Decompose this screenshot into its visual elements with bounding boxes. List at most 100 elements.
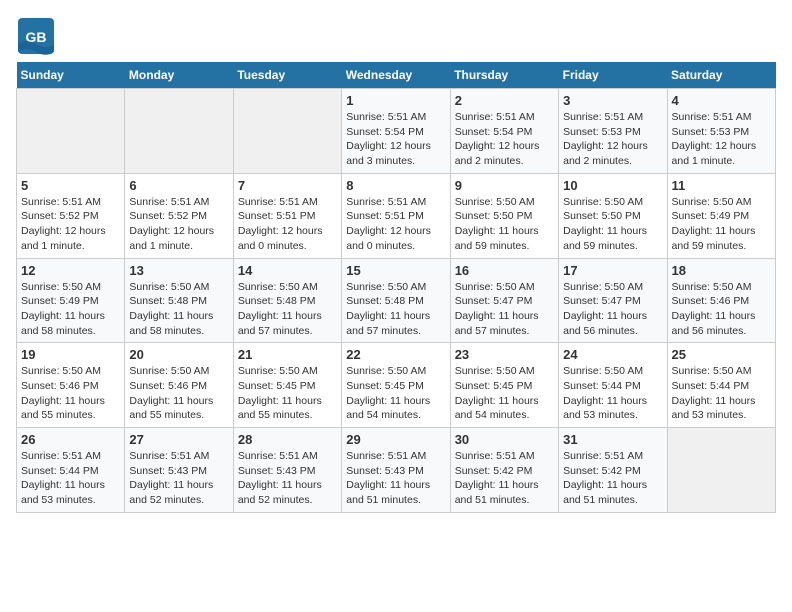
day-number: 17: [563, 263, 662, 278]
day-info: Sunrise: 5:50 AMSunset: 5:44 PMDaylight:…: [672, 364, 771, 423]
day-number: 31: [563, 432, 662, 447]
day-info: Sunrise: 5:51 AMSunset: 5:54 PMDaylight:…: [346, 110, 445, 169]
calendar-cell: 13 Sunrise: 5:50 AMSunset: 5:48 PMDayligh…: [125, 258, 233, 343]
calendar-cell: 23 Sunrise: 5:50 AMSunset: 5:45 PMDayligh…: [450, 343, 558, 428]
calendar-cell: 9 Sunrise: 5:50 AMSunset: 5:50 PMDaylight…: [450, 173, 558, 258]
day-info: Sunrise: 5:50 AMSunset: 5:49 PMDaylight:…: [21, 280, 120, 339]
day-number: 27: [129, 432, 228, 447]
calendar-cell: 3 Sunrise: 5:51 AMSunset: 5:53 PMDaylight…: [559, 89, 667, 174]
day-number: 3: [563, 93, 662, 108]
day-number: 24: [563, 347, 662, 362]
calendar-cell: 11 Sunrise: 5:50 AMSunset: 5:49 PMDayligh…: [667, 173, 775, 258]
calendar-cell: [125, 89, 233, 174]
day-info: Sunrise: 5:50 AMSunset: 5:49 PMDaylight:…: [672, 195, 771, 254]
header-wednesday: Wednesday: [342, 62, 450, 89]
day-number: 11: [672, 178, 771, 193]
calendar-cell: 26 Sunrise: 5:51 AMSunset: 5:44 PMDayligh…: [17, 428, 125, 513]
calendar-cell: 28Sunrise: 5:51 AMSunset: 5:43 PMDayligh…: [233, 428, 341, 513]
calendar-cell: 12 Sunrise: 5:50 AMSunset: 5:49 PMDayligh…: [17, 258, 125, 343]
calendar-cell: 31 Sunrise: 5:51 AMSunset: 5:42 PMDayligh…: [559, 428, 667, 513]
day-number: 14: [238, 263, 337, 278]
day-info: Sunrise: 5:51 AMSunset: 5:53 PMDaylight:…: [563, 110, 662, 169]
day-number: 9: [455, 178, 554, 193]
day-number: 20: [129, 347, 228, 362]
day-info: Sunrise: 5:50 AMSunset: 5:50 PMDaylight:…: [455, 195, 554, 254]
calendar-cell: 10 Sunrise: 5:50 AMSunset: 5:50 PMDayligh…: [559, 173, 667, 258]
day-info: Sunrise: 5:50 AMSunset: 5:46 PMDaylight:…: [129, 364, 228, 423]
day-number: 6: [129, 178, 228, 193]
day-info: Sunrise: 5:51 AMSunset: 5:54 PMDaylight:…: [455, 110, 554, 169]
day-info: Sunrise: 5:51 AMSunset: 5:44 PMDaylight:…: [21, 449, 120, 508]
calendar-week-1: 1 Sunrise: 5:51 AMSunset: 5:54 PMDaylight…: [17, 89, 776, 174]
header-monday: Monday: [125, 62, 233, 89]
day-info: Sunrise: 5:50 AMSunset: 5:45 PMDaylight:…: [346, 364, 445, 423]
day-number: 28: [238, 432, 337, 447]
day-number: 13: [129, 263, 228, 278]
day-number: 15: [346, 263, 445, 278]
calendar-cell: [233, 89, 341, 174]
calendar-week-2: 5Sunrise: 5:51 AMSunset: 5:52 PMDaylight…: [17, 173, 776, 258]
calendar-cell: 8 Sunrise: 5:51 AMSunset: 5:51 PMDaylight…: [342, 173, 450, 258]
header-saturday: Saturday: [667, 62, 775, 89]
day-info: Sunrise: 5:51 AMSunset: 5:51 PMDaylight:…: [238, 195, 337, 254]
day-info: Sunrise: 5:50 AMSunset: 5:48 PMDaylight:…: [238, 280, 337, 339]
day-number: 2: [455, 93, 554, 108]
calendar-cell: 25Sunrise: 5:50 AMSunset: 5:44 PMDayligh…: [667, 343, 775, 428]
calendar-cell: 21 Sunrise: 5:50 AMSunset: 5:45 PMDayligh…: [233, 343, 341, 428]
day-info: Sunrise: 5:50 AMSunset: 5:45 PMDaylight:…: [238, 364, 337, 423]
header-friday: Friday: [559, 62, 667, 89]
day-info: Sunrise: 5:51 AMSunset: 5:52 PMDaylight:…: [21, 195, 120, 254]
day-number: 21: [238, 347, 337, 362]
day-info: Sunrise: 5:51 AMSunset: 5:51 PMDaylight:…: [346, 195, 445, 254]
day-info: Sunrise: 5:50 AMSunset: 5:44 PMDaylight:…: [563, 364, 662, 423]
day-number: 26: [21, 432, 120, 447]
calendar-cell: 22Sunrise: 5:50 AMSunset: 5:45 PMDayligh…: [342, 343, 450, 428]
day-number: 18: [672, 263, 771, 278]
day-info: Sunrise: 5:50 AMSunset: 5:50 PMDaylight:…: [563, 195, 662, 254]
day-info: Sunrise: 5:50 AMSunset: 5:48 PMDaylight:…: [129, 280, 228, 339]
calendar-cell: 6Sunrise: 5:51 AMSunset: 5:52 PMDaylight…: [125, 173, 233, 258]
calendar-cell: 16 Sunrise: 5:50 AMSunset: 5:47 PMDayligh…: [450, 258, 558, 343]
page-header: GB: [16, 16, 776, 52]
day-number: 1: [346, 93, 445, 108]
day-info: Sunrise: 5:51 AMSunset: 5:42 PMDaylight:…: [563, 449, 662, 508]
day-info: Sunrise: 5:51 AMSunset: 5:53 PMDaylight:…: [672, 110, 771, 169]
calendar-cell: 18 Sunrise: 5:50 AMSunset: 5:46 PMDayligh…: [667, 258, 775, 343]
calendar-cell: [667, 428, 775, 513]
calendar-cell: 17 Sunrise: 5:50 AMSunset: 5:47 PMDayligh…: [559, 258, 667, 343]
calendar-cell: 7 Sunrise: 5:51 AMSunset: 5:51 PMDaylight…: [233, 173, 341, 258]
logo-icon: GB: [16, 16, 52, 52]
day-info: Sunrise: 5:51 AMSunset: 5:43 PMDaylight:…: [129, 449, 228, 508]
calendar-cell: 5Sunrise: 5:51 AMSunset: 5:52 PMDaylight…: [17, 173, 125, 258]
day-number: 23: [455, 347, 554, 362]
header-thursday: Thursday: [450, 62, 558, 89]
day-info: Sunrise: 5:50 AMSunset: 5:47 PMDaylight:…: [455, 280, 554, 339]
header-sunday: Sunday: [17, 62, 125, 89]
day-number: 8: [346, 178, 445, 193]
calendar-cell: 19Sunrise: 5:50 AMSunset: 5:46 PMDayligh…: [17, 343, 125, 428]
day-info: Sunrise: 5:50 AMSunset: 5:45 PMDaylight:…: [455, 364, 554, 423]
calendar-cell: 27 Sunrise: 5:51 AMSunset: 5:43 PMDayligh…: [125, 428, 233, 513]
day-number: 30: [455, 432, 554, 447]
calendar-cell: [17, 89, 125, 174]
calendar-cell: 30 Sunrise: 5:51 AMSunset: 5:42 PMDayligh…: [450, 428, 558, 513]
calendar-cell: 2 Sunrise: 5:51 AMSunset: 5:54 PMDaylight…: [450, 89, 558, 174]
calendar-cell: 14 Sunrise: 5:50 AMSunset: 5:48 PMDayligh…: [233, 258, 341, 343]
calendar-week-5: 26 Sunrise: 5:51 AMSunset: 5:44 PMDayligh…: [17, 428, 776, 513]
day-info: Sunrise: 5:50 AMSunset: 5:46 PMDaylight:…: [21, 364, 120, 423]
day-info: Sunrise: 5:50 AMSunset: 5:47 PMDaylight:…: [563, 280, 662, 339]
day-number: 7: [238, 178, 337, 193]
day-info: Sunrise: 5:50 AMSunset: 5:46 PMDaylight:…: [672, 280, 771, 339]
calendar-cell: 20 Sunrise: 5:50 AMSunset: 5:46 PMDayligh…: [125, 343, 233, 428]
day-number: 10: [563, 178, 662, 193]
day-number: 29: [346, 432, 445, 447]
calendar-table: SundayMondayTuesdayWednesdayThursdayFrid…: [16, 62, 776, 513]
day-number: 16: [455, 263, 554, 278]
calendar-cell: 15Sunrise: 5:50 AMSunset: 5:48 PMDayligh…: [342, 258, 450, 343]
day-number: 12: [21, 263, 120, 278]
day-info: Sunrise: 5:51 AMSunset: 5:42 PMDaylight:…: [455, 449, 554, 508]
calendar-cell: 24 Sunrise: 5:50 AMSunset: 5:44 PMDayligh…: [559, 343, 667, 428]
day-info: Sunrise: 5:51 AMSunset: 5:43 PMDaylight:…: [346, 449, 445, 508]
calendar-week-4: 19Sunrise: 5:50 AMSunset: 5:46 PMDayligh…: [17, 343, 776, 428]
day-number: 4: [672, 93, 771, 108]
